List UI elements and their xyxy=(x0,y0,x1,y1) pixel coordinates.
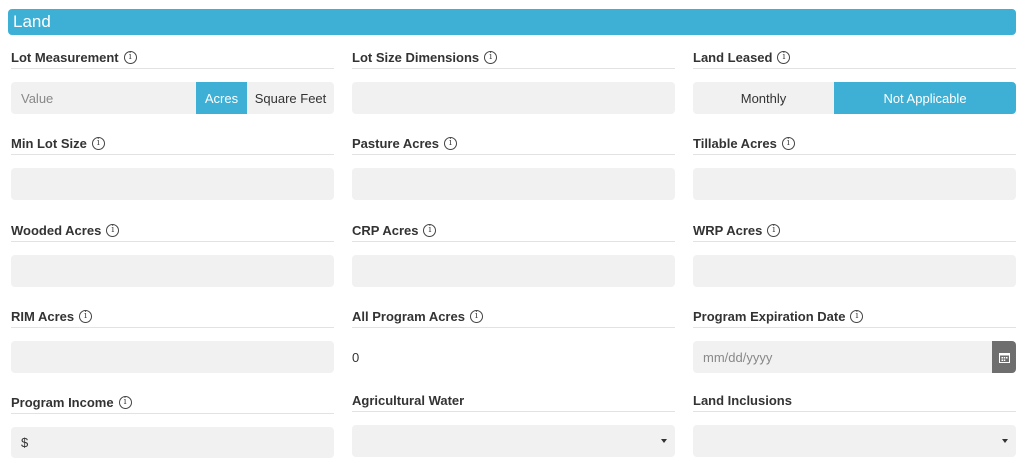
lot-measurement-value-input[interactable]: Value xyxy=(11,82,196,114)
rim-acres-label: RIM Acres xyxy=(11,308,75,324)
field-divider xyxy=(693,68,1016,69)
wrp-acres-input[interactable] xyxy=(693,255,1016,287)
lot-size-dimensions-label: Lot Size Dimensions xyxy=(352,49,480,65)
land-leased-field: Land Leased i Monthly Not Applicable xyxy=(693,46,1016,114)
wrp-acres-label: WRP Acres xyxy=(693,222,763,238)
pasture-acres-input[interactable] xyxy=(352,168,675,200)
crp-acres-field: CRP Acres i xyxy=(352,219,675,287)
tillable-acres-field: Tillable Acres i xyxy=(693,132,1016,200)
field-divider xyxy=(352,154,675,155)
caret-down-icon xyxy=(661,439,667,443)
unit-square-feet-button[interactable]: Square Feet xyxy=(247,82,334,114)
info-icon[interactable]: i xyxy=(850,309,864,323)
section-header-land: Land xyxy=(8,9,1016,35)
tillable-acres-input[interactable] xyxy=(693,168,1016,200)
pasture-acres-field: Pasture Acres i xyxy=(352,132,675,200)
program-expiration-date-input[interactable]: mm/dd/yyyy xyxy=(693,341,992,373)
wrp-acres-field: WRP Acres i xyxy=(693,219,1016,287)
program-expiration-date-label: Program Expiration Date xyxy=(693,308,846,324)
min-lot-size-field: Min Lot Size i xyxy=(11,132,334,200)
info-icon[interactable]: i xyxy=(484,50,498,64)
field-divider xyxy=(693,327,1016,328)
calendar-button[interactable] xyxy=(992,341,1016,373)
land-leased-not-applicable-button[interactable]: Not Applicable xyxy=(834,82,1016,114)
field-divider xyxy=(11,241,334,242)
field-divider xyxy=(11,154,334,155)
rim-acres-input[interactable] xyxy=(11,341,334,373)
field-divider xyxy=(693,411,1016,412)
info-icon[interactable]: i xyxy=(469,309,483,323)
lot-size-dimensions-input[interactable] xyxy=(352,82,675,114)
agricultural-water-field: Agricultural Water xyxy=(352,389,675,457)
agricultural-water-label: Agricultural Water xyxy=(352,392,465,408)
wooded-acres-field: Wooded Acres i xyxy=(11,219,334,287)
crp-acres-label: CRP Acres xyxy=(352,222,419,238)
agricultural-water-select[interactable] xyxy=(352,425,675,457)
info-icon[interactable]: i xyxy=(91,136,105,150)
info-icon[interactable]: i xyxy=(781,136,795,150)
all-program-acres-field: All Program Acres i 0 xyxy=(352,305,675,365)
field-divider xyxy=(352,411,675,412)
info-icon[interactable]: i xyxy=(106,223,120,237)
all-program-acres-value: 0 xyxy=(352,349,360,365)
program-income-input[interactable]: $ xyxy=(11,427,334,458)
all-program-acres-label: All Program Acres xyxy=(352,308,465,324)
field-divider xyxy=(11,68,334,69)
unit-acres-button[interactable]: Acres xyxy=(196,82,247,114)
wooded-acres-input[interactable] xyxy=(11,255,334,287)
land-leased-monthly-button[interactable]: Monthly xyxy=(693,82,834,114)
info-icon[interactable]: i xyxy=(123,50,137,64)
calendar-icon xyxy=(998,352,1010,363)
field-divider xyxy=(693,154,1016,155)
lot-measurement-label: Lot Measurement xyxy=(11,49,119,65)
field-divider xyxy=(352,68,675,69)
land-inclusions-field: Land Inclusions xyxy=(693,389,1016,457)
lot-size-dimensions-field: Lot Size Dimensions i xyxy=(352,46,675,114)
info-icon[interactable]: i xyxy=(443,136,457,150)
land-leased-toggle: Monthly Not Applicable xyxy=(693,82,1016,114)
land-inclusions-label: Land Inclusions xyxy=(693,392,792,408)
land-leased-label: Land Leased xyxy=(693,49,773,65)
program-income-label: Program Income xyxy=(11,394,114,410)
caret-down-icon xyxy=(1002,439,1008,443)
field-divider xyxy=(11,413,334,414)
section-title: Land xyxy=(13,12,51,31)
program-expiration-date-input-group: mm/dd/yyyy xyxy=(693,341,1016,373)
program-expiration-date-field: Program Expiration Date i mm/dd/yyyy xyxy=(693,305,1016,373)
info-icon[interactable]: i xyxy=(767,223,781,237)
info-icon[interactable]: i xyxy=(423,223,437,237)
crp-acres-input[interactable] xyxy=(352,255,675,287)
info-icon[interactable]: i xyxy=(118,395,132,409)
info-icon[interactable]: i xyxy=(79,309,93,323)
field-divider xyxy=(11,327,334,328)
land-inclusions-select[interactable] xyxy=(693,425,1016,457)
lot-measurement-input-group: Value Acres Square Feet xyxy=(11,82,334,114)
rim-acres-field: RIM Acres i xyxy=(11,305,334,373)
field-divider xyxy=(352,327,675,328)
info-icon[interactable]: i xyxy=(777,50,791,64)
field-divider xyxy=(352,241,675,242)
min-lot-size-input[interactable] xyxy=(11,168,334,200)
wooded-acres-label: Wooded Acres xyxy=(11,222,102,238)
pasture-acres-label: Pasture Acres xyxy=(352,135,439,151)
field-divider xyxy=(693,241,1016,242)
program-income-field: Program Income i $ xyxy=(11,391,334,458)
lot-measurement-field: Lot Measurement i Value Acres Square Fee… xyxy=(11,46,334,114)
tillable-acres-label: Tillable Acres xyxy=(693,135,777,151)
min-lot-size-label: Min Lot Size xyxy=(11,135,87,151)
